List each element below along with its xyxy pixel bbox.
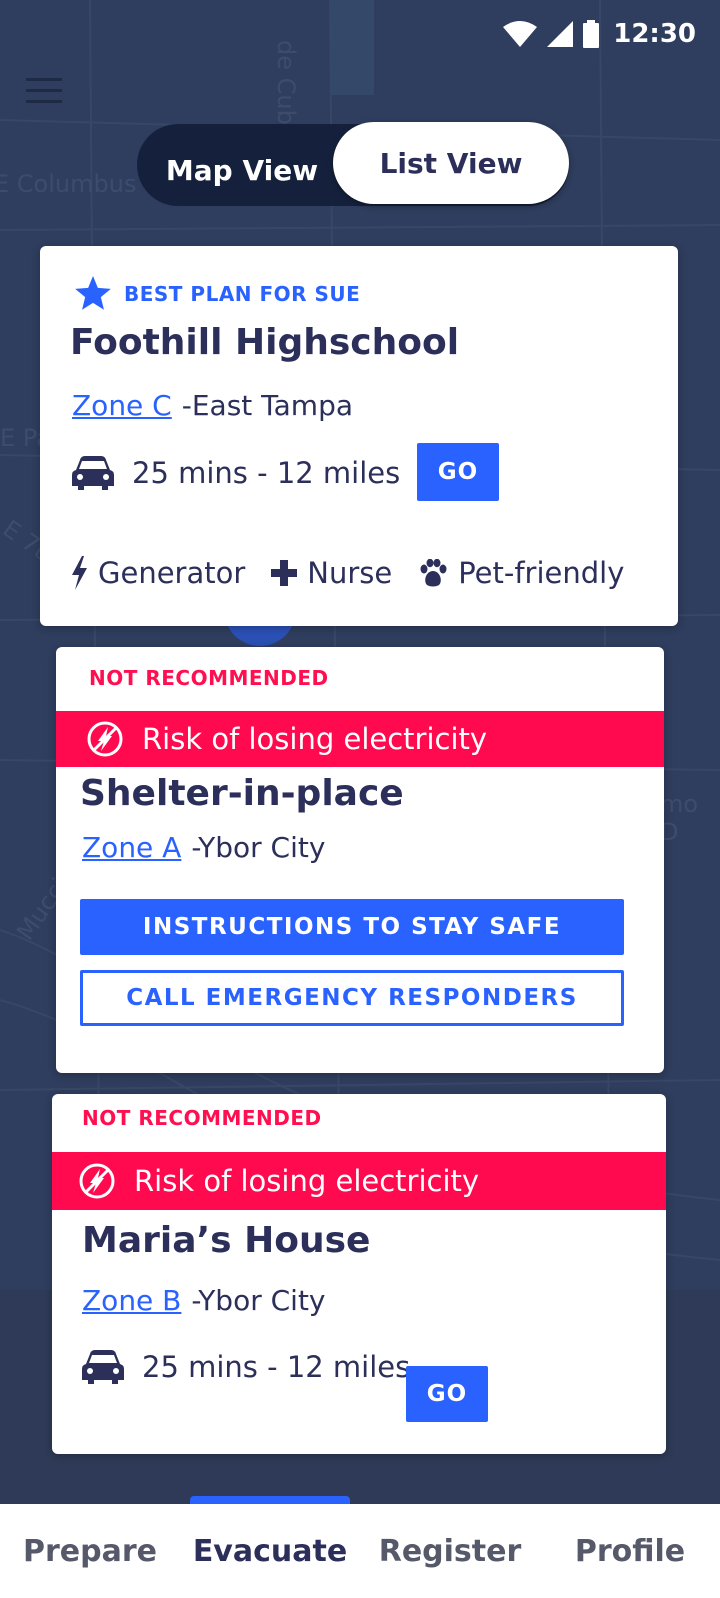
travel-info: 25 mins - 12 miles xyxy=(72,456,400,490)
best-plan-label: BEST PLAN FOR SUE xyxy=(124,282,361,306)
amenity-label: Generator xyxy=(98,556,246,590)
car-icon xyxy=(72,456,114,490)
nav-tab-register[interactable]: Register xyxy=(360,1504,540,1598)
list-view-tab[interactable]: List View xyxy=(333,122,569,204)
plus-icon xyxy=(271,560,298,586)
zone-area: -Ybor City xyxy=(191,831,326,864)
risk-text: Risk of losing electricity xyxy=(134,1164,480,1198)
nav-tab-profile[interactable]: Profile xyxy=(540,1504,720,1598)
shelter-card-not-recommended[interactable]: NOT RECOMMENDED Risk of losing electrici… xyxy=(52,1094,666,1454)
bottom-navigation: Prepare Evacuate Register Profile xyxy=(0,1496,720,1598)
risk-banner: Risk of losing electricity xyxy=(52,1152,666,1210)
amenity-label: Pet-friendly xyxy=(458,556,625,590)
amenity-label: Nurse xyxy=(307,556,393,590)
zone-link[interactable]: Zone C xyxy=(72,389,172,422)
amenity-generator: Generator xyxy=(70,556,245,590)
amenities-list: Generator Nurse Pet-friendly xyxy=(70,556,650,590)
best-plan-badge: BEST PLAN FOR SUE xyxy=(74,276,360,312)
zone-row: Zone A -Ybor City xyxy=(82,831,325,864)
active-tab-indicator xyxy=(190,1496,350,1504)
amenity-pet-friendly: Pet-friendly xyxy=(418,556,624,590)
no-power-icon xyxy=(79,1163,115,1199)
no-power-icon xyxy=(87,721,123,757)
amenity-nurse: Nurse xyxy=(271,556,392,590)
zone-link[interactable]: Zone B xyxy=(82,1284,181,1317)
map-street-label: mo D xyxy=(660,790,699,846)
go-button[interactable]: GO xyxy=(406,1366,488,1422)
shelter-title: Foothill Highschool xyxy=(70,322,460,363)
nav-tab-evacuate[interactable]: Evacuate xyxy=(180,1504,360,1598)
shelter-card-not-recommended[interactable]: NOT RECOMMENDED Risk of losing electrici… xyxy=(56,647,664,1073)
hamburger-menu-icon[interactable] xyxy=(26,78,62,106)
travel-text: 25 mins - 12 miles xyxy=(142,1350,411,1384)
risk-text: Risk of losing electricity xyxy=(142,722,488,756)
view-toggle: Map View List View xyxy=(137,122,569,206)
status-bar: 12:30 xyxy=(503,14,696,54)
call-responders-button[interactable]: CALL EMERGENCY RESPONDERS xyxy=(80,970,624,1026)
status-time: 12:30 xyxy=(613,19,696,49)
shelter-title: Maria’s House xyxy=(82,1220,371,1261)
travel-info: 25 mins - 12 miles xyxy=(82,1350,410,1384)
go-button[interactable]: GO xyxy=(417,443,499,501)
not-recommended-label: NOT RECOMMENDED xyxy=(89,666,329,690)
risk-banner: Risk of losing electricity xyxy=(56,711,664,767)
map-street-label: E Columbus xyxy=(0,170,137,198)
not-recommended-label: NOT RECOMMENDED xyxy=(82,1106,322,1130)
signal-icon xyxy=(547,21,574,47)
zone-area: -East Tampa xyxy=(181,389,354,422)
travel-text: 25 mins - 12 miles xyxy=(132,456,401,490)
zone-row: Zone C -East Tampa xyxy=(72,389,353,422)
instructions-button[interactable]: INSTRUCTIONS TO STAY SAFE xyxy=(80,899,624,955)
star-icon xyxy=(75,276,111,310)
map-view-tab[interactable]: Map View xyxy=(137,124,347,206)
nav-tab-prepare[interactable]: Prepare xyxy=(0,1504,180,1598)
zone-row: Zone B -Ybor City xyxy=(82,1284,326,1317)
shelter-title: Shelter-in-place xyxy=(80,773,404,814)
lightning-icon xyxy=(72,556,87,590)
zone-link[interactable]: Zone A xyxy=(82,831,181,864)
paw-icon xyxy=(420,559,447,587)
wifi-icon xyxy=(503,21,538,47)
car-icon xyxy=(82,1350,124,1384)
battery-icon xyxy=(583,20,600,48)
zone-area: -Ybor City xyxy=(191,1284,326,1317)
shelter-card-best[interactable]: BEST PLAN FOR SUE Foothill Highschool Zo… xyxy=(40,246,678,626)
